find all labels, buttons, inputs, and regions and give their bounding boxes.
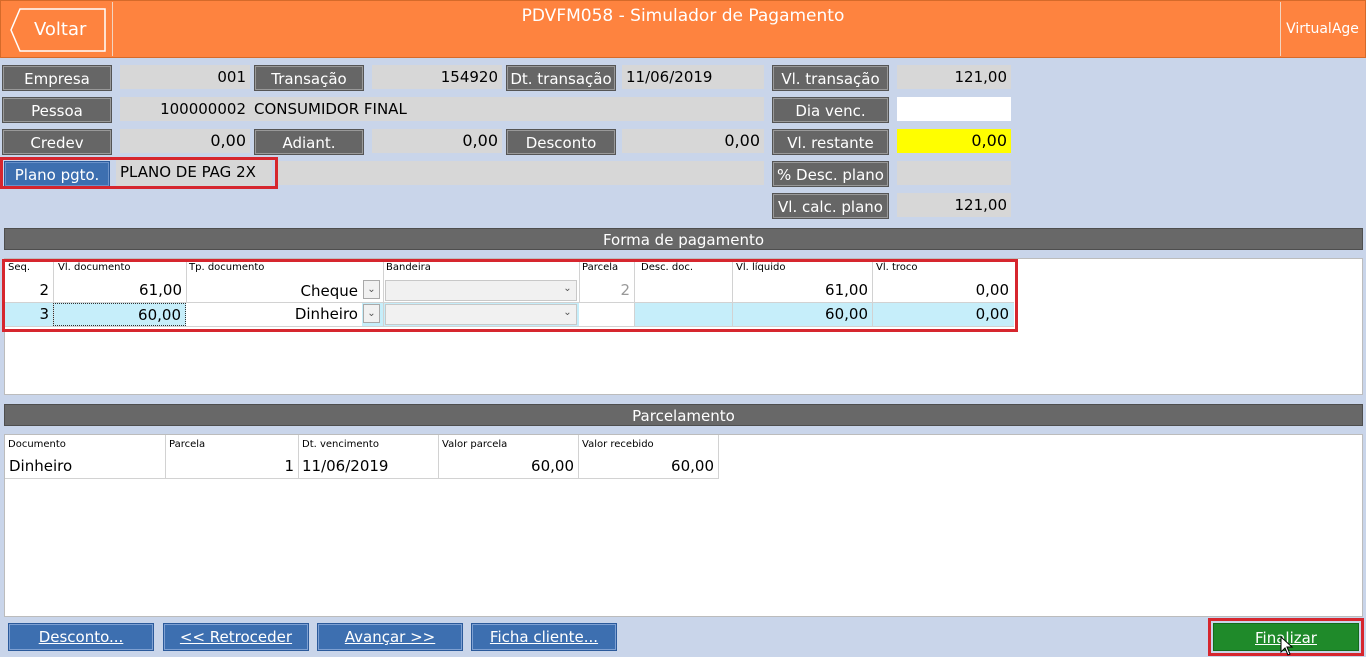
inst-row1-valor-recebido[interactable]: 60,00 bbox=[578, 455, 718, 478]
col-bandeira: Bandeira bbox=[386, 262, 431, 273]
retroceder-button[interactable]: << Retroceder bbox=[163, 623, 309, 651]
col-parcela: Parcela bbox=[582, 262, 619, 273]
desconto-field[interactable]: 0,00 bbox=[622, 129, 764, 153]
row1-desc-doc[interactable] bbox=[634, 279, 732, 302]
pessoa-code: 100000002 bbox=[160, 100, 246, 118]
plano-pgto-desc-field bbox=[276, 161, 764, 185]
table-row[interactable]: Dinheiro bbox=[5, 455, 165, 478]
virtualage-button[interactable]: VirtualAge bbox=[1280, 2, 1364, 56]
col-valor-recebido: Valor recebido bbox=[582, 439, 654, 450]
table-row[interactable]: 2 bbox=[5, 279, 53, 302]
desc-plano-field[interactable] bbox=[897, 161, 1011, 185]
row2-desc-doc[interactable] bbox=[634, 303, 732, 326]
row1-vl-documento[interactable]: 61,00 bbox=[53, 279, 186, 302]
col-tp-documento: Tp. documento bbox=[189, 262, 265, 273]
empresa-label: Empresa bbox=[2, 65, 112, 91]
row2-tp-documento-chevron-down-icon[interactable]: ⌄ bbox=[363, 304, 380, 323]
pessoa-label: Pessoa bbox=[2, 97, 112, 123]
payment-section-title: Forma de pagamento bbox=[4, 228, 1363, 250]
vl-calc-plano-label: Vl. calc. plano bbox=[772, 193, 889, 219]
pessoa-name: CONSUMIDOR FINAL bbox=[254, 100, 407, 118]
plano-pgto-label[interactable]: Plano pgto. bbox=[4, 161, 110, 187]
row1-bandeira-select[interactable] bbox=[385, 280, 577, 301]
col-desc-doc: Desc. doc. bbox=[641, 262, 694, 273]
credev-label: Credev bbox=[2, 129, 112, 155]
ficha-cliente-button[interactable]: Ficha cliente... bbox=[471, 623, 617, 651]
installments-grid: Documento Parcela Dt. vencimento Valor p… bbox=[4, 434, 1363, 617]
desc-plano-label: % Desc. plano bbox=[772, 161, 889, 187]
plano-pgto-field[interactable]: PLANO DE PAG 2X bbox=[116, 160, 272, 186]
row2-parcela[interactable] bbox=[579, 303, 634, 326]
row1-parcela[interactable]: 2 bbox=[579, 279, 634, 302]
col-parcela: Parcela bbox=[169, 439, 206, 450]
col-documento: Documento bbox=[8, 439, 66, 450]
row1-tp-documento[interactable]: Cheque bbox=[186, 280, 362, 303]
payment-grid: Seq. Vl. documento Tp. documento Bandeir… bbox=[4, 258, 1363, 395]
dt-transacao-field[interactable]: 11/06/2019 bbox=[622, 65, 764, 89]
avancar-button[interactable]: Avançar >> bbox=[317, 623, 463, 651]
col-vl-troco: Vl. troco bbox=[876, 262, 918, 273]
row2-vl-troco[interactable]: 0,00 bbox=[872, 303, 1013, 326]
col-valor-parcela: Valor parcela bbox=[442, 439, 508, 450]
vl-calc-plano-field[interactable]: 121,00 bbox=[897, 193, 1011, 217]
row2-bandeira-chevron-down-icon[interactable]: ⌄ bbox=[559, 304, 576, 323]
vl-restante-field[interactable]: 0,00 bbox=[897, 129, 1011, 153]
inst-row1-dt-vencimento[interactable]: 11/06/2019 bbox=[298, 455, 438, 478]
row1-vl-liquido[interactable]: 61,00 bbox=[732, 279, 872, 302]
row2-bandeira-select[interactable] bbox=[385, 304, 577, 325]
desconto-label: Desconto bbox=[506, 129, 616, 155]
vl-restante-label: Vl. restante bbox=[772, 129, 889, 155]
vl-transacao-label: Vl. transação bbox=[772, 65, 889, 91]
transacao-field[interactable]: 154920 bbox=[372, 65, 502, 89]
page-title: PDVFM058 - Simulador de Pagamento bbox=[521, 6, 845, 26]
row2-vl-liquido[interactable]: 60,00 bbox=[732, 303, 872, 326]
adiant-field[interactable]: 0,00 bbox=[372, 129, 502, 153]
inst-row1-parcela[interactable]: 1 bbox=[165, 455, 298, 478]
vl-transacao-field[interactable]: 121,00 bbox=[897, 65, 1011, 89]
empresa-field[interactable]: 001 bbox=[120, 65, 250, 89]
desconto-button[interactable]: Desconto... bbox=[8, 623, 154, 651]
row2-tp-documento[interactable]: Dinheiro bbox=[186, 303, 362, 326]
row1-bandeira-chevron-down-icon[interactable]: ⌄ bbox=[559, 280, 576, 299]
row1-tp-documento-chevron-down-icon[interactable]: ⌄ bbox=[363, 280, 380, 299]
col-seq: Seq. bbox=[8, 262, 31, 273]
mouse-cursor-icon bbox=[1280, 636, 1294, 656]
installments-section-title: Parcelamento bbox=[4, 404, 1363, 426]
dt-transacao-label: Dt. transação bbox=[506, 65, 616, 91]
inst-row1-valor-parcela[interactable]: 60,00 bbox=[438, 455, 578, 478]
col-vl-documento: Vl. documento bbox=[58, 262, 131, 273]
transacao-label: Transação bbox=[254, 65, 364, 91]
dia-venc-input[interactable] bbox=[897, 97, 1011, 121]
col-dt-vencimento: Dt. vencimento bbox=[302, 439, 379, 450]
col-vl-liquido: Vl. líquido bbox=[736, 262, 786, 273]
pessoa-field[interactable]: 100000002 CONSUMIDOR FINAL bbox=[120, 97, 764, 121]
table-row[interactable]: 3 bbox=[5, 303, 53, 326]
credev-field[interactable]: 0,00 bbox=[120, 129, 250, 153]
row2-vl-documento[interactable]: 60,00 bbox=[53, 303, 186, 326]
row1-vl-troco[interactable]: 0,00 bbox=[872, 279, 1013, 302]
adiant-label: Adiant. bbox=[254, 129, 364, 155]
dia-venc-label: Dia venc. bbox=[772, 97, 889, 123]
